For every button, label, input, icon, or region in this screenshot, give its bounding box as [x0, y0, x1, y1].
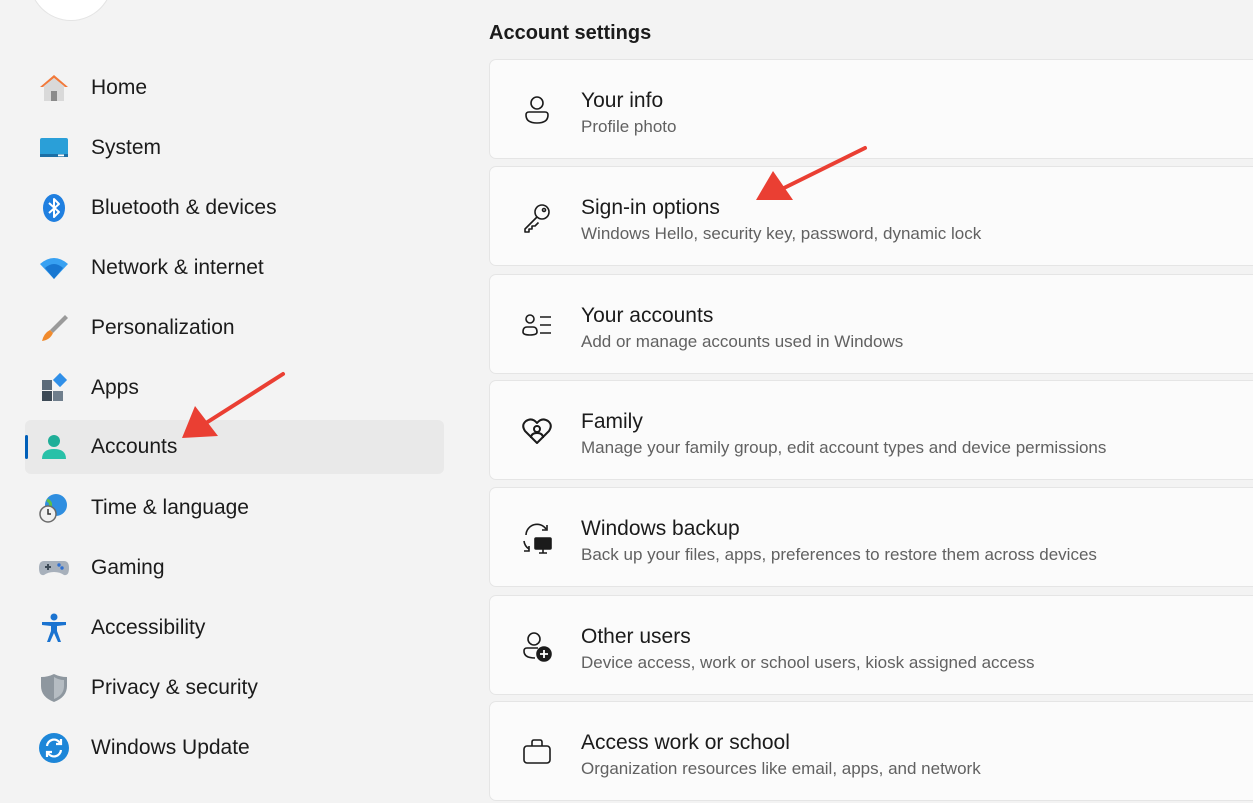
accounts-icon	[38, 431, 70, 463]
card-subtitle: Manage your family group, edit account t…	[581, 438, 1107, 457]
card-subtitle: Profile photo	[581, 117, 677, 136]
system-icon	[38, 132, 70, 164]
avatar[interactable]	[30, 0, 112, 20]
card-subtitle: Windows Hello, security key, password, d…	[581, 224, 982, 243]
sidebar-item-label: Privacy & security	[91, 676, 258, 699]
sidebar-item-label: Network & internet	[91, 256, 264, 279]
sidebar-item-windows-update[interactable]: Windows Update	[25, 721, 444, 775]
apps-icon	[38, 372, 70, 404]
sidebar-item-label: Bluetooth & devices	[91, 196, 277, 219]
sidebar-item-label: Apps	[91, 376, 139, 399]
card-title: Windows backup	[581, 517, 740, 540]
sidebar-item-accessibility[interactable]: Accessibility	[25, 601, 444, 655]
sidebar-item-label: Accounts	[91, 435, 178, 458]
card-title: Your accounts	[581, 304, 714, 327]
bluetooth-icon	[38, 192, 70, 224]
shield-icon	[38, 672, 70, 704]
sidebar-item-label: Gaming	[91, 556, 165, 579]
card-subtitle: Device access, work or school users, kio…	[581, 653, 1035, 672]
sidebar-item-label: Accessibility	[91, 616, 206, 639]
sidebar-item-home[interactable]: Home	[25, 61, 444, 115]
sidebar-item-time-language[interactable]: Time & language	[25, 481, 444, 535]
card-title: Your info	[581, 89, 664, 112]
home-icon	[38, 72, 70, 104]
person-list-icon	[518, 306, 556, 344]
sidebar-item-bluetooth-devices[interactable]: Bluetooth & devices	[25, 181, 444, 235]
briefcase-icon	[518, 733, 556, 771]
sidebar-item-label: Time & language	[91, 496, 249, 519]
section-title: Account settings	[489, 22, 652, 44]
sidebar-item-system[interactable]: System	[25, 121, 444, 175]
brush-icon	[38, 312, 70, 344]
selection-indicator	[25, 435, 28, 459]
sidebar-item-label: Home	[91, 76, 148, 99]
card-subtitle: Add or manage accounts used in Windows	[581, 332, 904, 351]
sidebar-item-privacy-security[interactable]: Privacy & security	[25, 661, 444, 715]
sidebar-item-accounts[interactable]: Accounts	[25, 420, 444, 474]
sidebar-item-personalization[interactable]: Personalization	[25, 301, 444, 355]
card-subtitle: Back up your files, apps, preferences to…	[581, 545, 1097, 564]
person-icon	[518, 91, 556, 129]
sidebar-item-label: Personalization	[91, 316, 235, 339]
wifi-icon	[38, 252, 70, 284]
card-title: Other users	[581, 625, 691, 648]
sidebar-item-network[interactable]: Network & internet	[25, 241, 444, 295]
card-family[interactable]: Family Manage your family group, edit ac…	[489, 380, 1253, 480]
card-title: Access work or school	[581, 731, 790, 754]
gamepad-icon	[38, 552, 70, 584]
card-access-work-school[interactable]: Access work or school Organization resou…	[489, 701, 1253, 801]
card-your-accounts[interactable]: Your accounts Add or manage accounts use…	[489, 274, 1253, 374]
backup-icon	[518, 519, 556, 557]
person-add-icon	[518, 627, 556, 665]
key-icon	[518, 198, 556, 236]
card-subtitle: Organization resources like email, apps,…	[581, 759, 981, 778]
sidebar-item-label: Windows Update	[91, 736, 250, 759]
card-title: Family	[581, 410, 643, 433]
sidebar-item-gaming[interactable]: Gaming	[25, 541, 444, 595]
sidebar-item-label: System	[91, 136, 162, 159]
update-icon	[38, 732, 70, 764]
family-heart-icon	[518, 412, 556, 450]
card-your-info[interactable]: Your info Profile photo	[489, 59, 1253, 159]
accessibility-icon	[38, 612, 70, 644]
card-sign-in-options[interactable]: Sign-in options Windows Hello, security …	[489, 166, 1253, 266]
card-other-users[interactable]: Other users Device access, work or schoo…	[489, 595, 1253, 695]
card-windows-backup[interactable]: Windows backup Back up your files, apps,…	[489, 487, 1253, 587]
globe-clock-icon	[38, 492, 70, 524]
sidebar-item-apps[interactable]: Apps	[25, 361, 444, 415]
card-title: Sign-in options	[581, 196, 720, 219]
